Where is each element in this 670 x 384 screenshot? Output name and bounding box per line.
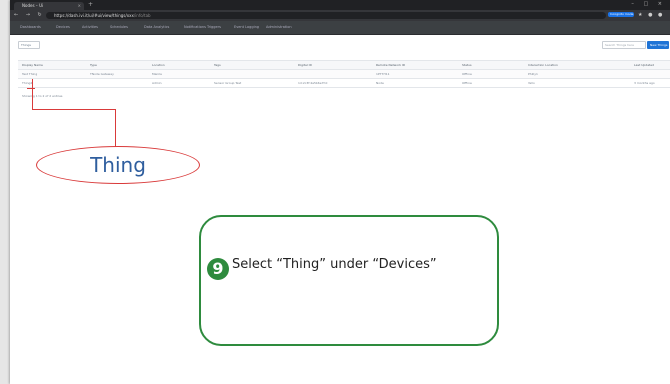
col-header-interaction-location[interactable]: Interaction Location [528, 61, 598, 69]
cell-interaction-location: Yello [528, 81, 535, 85]
cell-location: Manila [152, 72, 162, 76]
thing-callout-label: Thing [36, 146, 200, 184]
cell-interaction-location: Philly1 [528, 72, 538, 76]
pointer-marker [27, 88, 35, 89]
things-table: Display Name Type Location Tags Digital … [18, 60, 670, 88]
cell-status: Offline [462, 81, 472, 85]
cell-location: Admin [152, 81, 162, 85]
thing-callout-text: Thing [90, 153, 146, 177]
profile-button-label: Incognito mode / user [610, 12, 634, 16]
url-tail: /info/tab [133, 13, 151, 18]
table-header-row: Display Name Type Location Tags Digital … [18, 60, 670, 70]
browser-tab[interactable]: Nodes – Ui × [14, 2, 84, 10]
callout-line-vertical [32, 79, 33, 109]
new-thing-label: New Things [650, 43, 668, 47]
col-header-digital-id[interactable]: Digital ID [298, 61, 368, 69]
content-toolbar: Things Search Things here New Things [10, 35, 670, 53]
instruction-box: 9 Select “Thing” under “Devices” [199, 215, 499, 346]
url-main: https://dash.ivi.it/ui/#ui/view/things/x… [54, 13, 134, 18]
cell-remote-id: 1PT7H11 [376, 72, 390, 76]
menu-item-data-analytics[interactable]: Data Analytics [144, 21, 169, 34]
col-header-last-updated[interactable]: Last Updated [634, 61, 670, 69]
tab-title: Nodes – Ui [22, 3, 44, 8]
browser-tab-strip: Nodes – Ui × + – □ × [10, 0, 670, 10]
step-number-badge: 9 [207, 258, 229, 280]
address-bar[interactable]: https://dash.ivi.it/ui/#ui/view/things/x… [46, 12, 606, 19]
menu-item-schedules[interactable]: Schedules [110, 21, 128, 34]
address-bar-row: ← → ↻ ⌂ https://dash.ivi.it/ui/#ui/view/… [10, 10, 670, 21]
menu-item-devices[interactable]: Devices [56, 21, 70, 34]
url-text: https://dash.ivi.it/ui/#ui/view/things/x… [54, 12, 151, 19]
menu-item-event-logging[interactable]: Event Logging [234, 21, 259, 34]
callout-line-to-label [115, 109, 116, 147]
tab-close-icon[interactable]: × [78, 2, 81, 10]
search-input[interactable]: Search Things here [602, 41, 646, 49]
col-header-status[interactable]: Status [462, 61, 522, 69]
menu-item-dashboards[interactable]: Dashboards [20, 21, 41, 34]
col-header-location[interactable]: Location [152, 61, 208, 69]
table-row[interactable]: Thing2 Admin Sensor Group Test 1d:2c3f:4… [18, 79, 670, 88]
cell-remote-id: Node [376, 81, 384, 85]
screenshot-frame: Nodes – Ui × + – □ × ← → ↻ ⌂ https://das… [10, 0, 670, 384]
search-placeholder: Search Things here [605, 43, 634, 47]
col-header-remote-id[interactable]: Remote Network ID [376, 61, 446, 69]
entity-selector-label: Things [21, 43, 31, 47]
menu-item-administration[interactable]: Administration [266, 21, 292, 34]
cell-display-name[interactable]: Test Thing [22, 70, 80, 78]
col-header-display-name[interactable]: Display Name [22, 61, 80, 69]
col-header-tags[interactable]: Tags [214, 61, 274, 69]
menu-item-activities[interactable]: Activities [82, 21, 98, 34]
new-thing-button[interactable]: New Things [647, 41, 669, 49]
cell-display-name[interactable]: Thing2 [22, 79, 80, 87]
table-row[interactable]: Test Thing TNode Gateway Manila 1PT7H11 … [18, 70, 670, 79]
cell-status: Offline [462, 72, 472, 76]
window-controls[interactable]: – □ × [631, 0, 666, 9]
menu-item-notifications[interactable]: Notifications Triggers [184, 21, 221, 34]
callout-line-horizontal [32, 109, 116, 110]
paging-info: Showing 1 to 2 of 2 entries [22, 94, 63, 98]
entity-selector-button[interactable]: Things [18, 41, 40, 49]
col-header-type[interactable]: Type [90, 61, 146, 69]
cell-tags: Sensor Group Test [214, 81, 242, 85]
app-menubar: Dashboards Devices Activities Schedules … [10, 21, 670, 35]
cell-digital-id: 1d:2c3f:4a5b6e7f-0 [298, 81, 328, 85]
cell-type: TNode Gateway [90, 72, 114, 76]
cell-last-updated: 3 months ago [634, 81, 655, 85]
instruction-text: Select “Thing” under “Devices” [232, 257, 437, 272]
new-tab-icon[interactable]: + [88, 1, 93, 9]
profile-button[interactable]: Incognito mode / user [608, 12, 634, 17]
